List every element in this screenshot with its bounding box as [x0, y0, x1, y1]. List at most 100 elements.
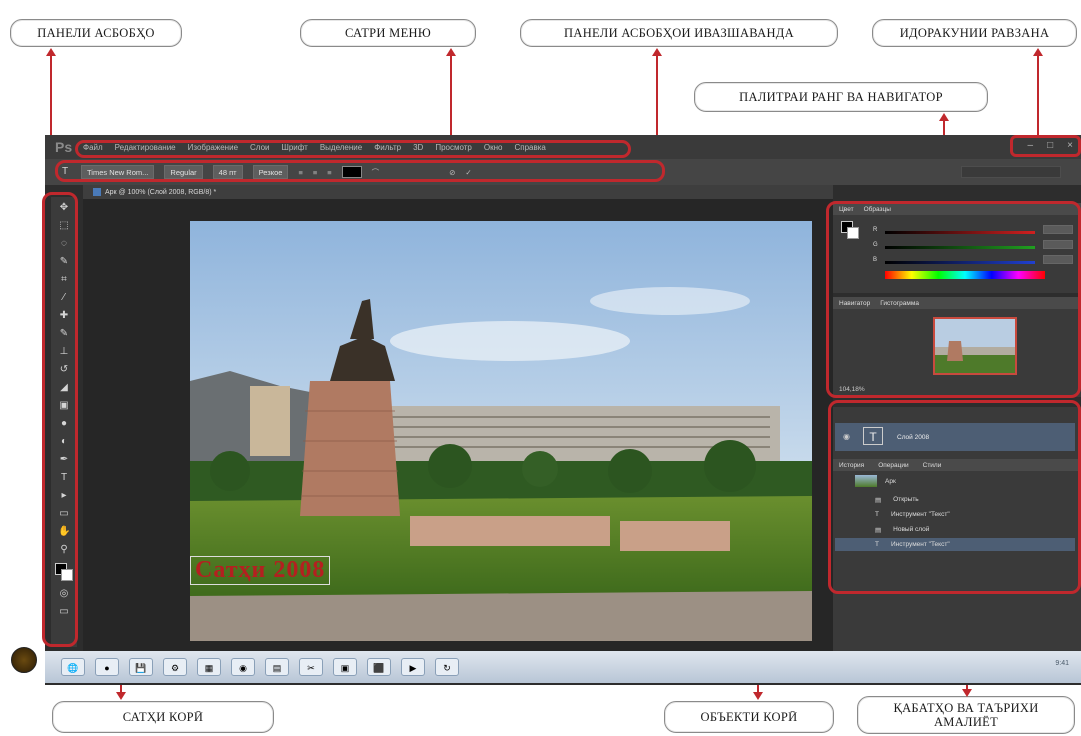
screenshot-stage: ПАНЕЛИ АСБОБҲО САТРИ МЕНЮ ПАНЕЛИ АСБОБҲО…	[0, 0, 1081, 736]
quick-mask-icon[interactable]: ◎	[58, 589, 70, 599]
path-select-icon[interactable]: ▸	[58, 491, 70, 501]
taskbar-app[interactable]: ▶	[401, 658, 425, 676]
align-left-icon[interactable]: ≡	[298, 168, 302, 177]
tab-styles[interactable]: Стили	[923, 462, 942, 469]
image-caption-text[interactable]: Сатҳи 2008	[190, 556, 331, 585]
color-spectrum[interactable]	[885, 271, 1045, 279]
screen-mode-icon[interactable]: ▭	[58, 607, 70, 617]
visibility-icon[interactable]: ◉	[843, 432, 850, 441]
eyedropper-icon[interactable]: ⁄	[58, 293, 70, 303]
type-tool-panel-icon[interactable]: T	[58, 473, 70, 483]
tab-actions[interactable]: Операции	[878, 462, 908, 469]
taskbar-app[interactable]: ⚙	[163, 658, 187, 676]
tab-navigator[interactable]: Навигатор	[839, 300, 870, 307]
menu-view[interactable]: Просмотр	[435, 143, 472, 152]
menu-select[interactable]: Выделение	[320, 143, 362, 152]
zoom-tool-icon[interactable]: ⚲	[58, 545, 70, 555]
history-item-selected[interactable]: T Инструмент "Текст"	[835, 538, 1075, 551]
channel-g-value[interactable]	[1043, 240, 1073, 249]
channel-b-value[interactable]	[1043, 255, 1073, 264]
text-color-swatch[interactable]	[341, 166, 362, 178]
photoshop-window: Ps Файл Редактирование Изображение Слои …	[45, 135, 1081, 685]
menu-type[interactable]: Шрифт	[281, 143, 307, 152]
panel-background[interactable]	[847, 227, 859, 239]
gradient-tool-icon[interactable]: ▣	[58, 401, 70, 411]
taskbar-app[interactable]: ◉	[231, 658, 255, 676]
history-item[interactable]: T Инструмент "Текст"	[835, 508, 1075, 521]
foreground-background-swatch[interactable]	[55, 563, 73, 581]
tab-swatches[interactable]: Образцы	[864, 206, 891, 213]
tab-history[interactable]: История	[839, 462, 864, 469]
warp-text-icon[interactable]: ⌒	[372, 167, 380, 178]
history-item[interactable]: ▤ Открыть	[835, 493, 1075, 506]
blur-tool-icon[interactable]: ●	[58, 419, 70, 429]
panel-fg-bg-swatch[interactable]	[841, 221, 859, 239]
history-item-label: Инструмент "Текст"	[890, 541, 950, 548]
menu-layers[interactable]: Слои	[250, 143, 269, 152]
clock[interactable]: 9:41	[1055, 660, 1069, 667]
menu-edit[interactable]: Редактирование	[115, 143, 176, 152]
type-tool-icon[interactable]: T	[59, 167, 71, 177]
layer-row[interactable]: ◉ T Слой 2008	[835, 423, 1075, 451]
workspace-switcher[interactable]	[961, 166, 1061, 178]
lasso-tool-icon[interactable]: ◌	[58, 239, 70, 249]
channel-r-value[interactable]	[1043, 225, 1073, 234]
layers-history-panel: ◉ T Слой 2008 История Операции Стили Арк…	[833, 407, 1081, 651]
taskbar-app[interactable]: ⬛	[367, 658, 391, 676]
cancel-icon[interactable]: ⊘	[449, 168, 455, 177]
menu-help[interactable]: Справка	[514, 143, 545, 152]
marquee-tool-icon[interactable]: ⬚	[58, 221, 70, 231]
close-button[interactable]: ×	[1067, 140, 1073, 151]
taskbar-app[interactable]: ▦	[197, 658, 221, 676]
menu-3d[interactable]: 3D	[413, 143, 423, 152]
taskbar-app[interactable]: 🌐	[61, 658, 85, 676]
hand-tool-icon[interactable]: ✋	[58, 527, 70, 537]
brush-tool-icon[interactable]: ✎	[58, 329, 70, 339]
move-tool-icon[interactable]: ✥	[58, 203, 70, 213]
healing-brush-icon[interactable]: ✚	[58, 311, 70, 321]
eraser-tool-icon[interactable]: ◢	[58, 383, 70, 393]
font-style-select[interactable]: Regular	[164, 165, 203, 179]
menu-window[interactable]: Окно	[484, 143, 503, 152]
stamp-tool-icon[interactable]: ⊥	[58, 347, 70, 357]
quick-select-icon[interactable]: ✎	[58, 257, 70, 267]
history-snapshot[interactable]: Арк	[835, 473, 1075, 489]
layer-name[interactable]: Слой 2008	[897, 434, 929, 441]
pen-tool-icon[interactable]: ✒	[58, 455, 70, 465]
crop-tool-icon[interactable]: ⌗	[58, 275, 70, 285]
align-right-icon[interactable]: ≡	[327, 168, 331, 177]
shape-tool-icon[interactable]: ▭	[58, 509, 70, 519]
callout-work-object: ОБЪЕКТИ КОРӢ	[664, 701, 834, 733]
work-image[interactable]: Сатҳи 2008	[190, 221, 812, 641]
maximize-button[interactable]: □	[1047, 140, 1053, 151]
tab-histogram[interactable]: Гистограмма	[880, 300, 919, 307]
taskbar-app[interactable]: ▣	[333, 658, 357, 676]
align-center-icon[interactable]: ≡	[313, 168, 317, 177]
background-color[interactable]	[61, 569, 73, 581]
taskbar-app[interactable]: ●	[95, 658, 119, 676]
minimize-button[interactable]: –	[1028, 140, 1034, 151]
document-tab[interactable]: Арк @ 100% (Слой 2008, RGB/8) *	[83, 185, 833, 199]
font-size-select[interactable]: 48 пт	[212, 165, 243, 179]
channel-r-slider[interactable]	[885, 231, 1035, 234]
zoom-level[interactable]: 104,18%	[839, 386, 865, 393]
taskbar-app[interactable]: 💾	[129, 658, 153, 676]
menu-image[interactable]: Изображение	[188, 143, 238, 152]
channel-b-slider[interactable]	[885, 261, 1035, 264]
start-button[interactable]	[11, 647, 37, 673]
menu-file[interactable]: Файл	[83, 143, 103, 152]
taskbar-app[interactable]: ✂	[299, 658, 323, 676]
antialias-select[interactable]: Резкое	[252, 165, 289, 179]
history-item[interactable]: ▤ Новый слой	[835, 523, 1075, 536]
tab-color[interactable]: Цвет	[839, 206, 854, 213]
channel-g-slider[interactable]	[885, 246, 1035, 249]
dodge-tool-icon[interactable]: ◐	[58, 437, 70, 447]
commit-icon[interactable]: ✓	[465, 168, 471, 177]
navigator-thumbnail[interactable]	[933, 317, 1017, 375]
history-brush-icon[interactable]: ↺	[58, 365, 70, 375]
document-icon	[93, 188, 101, 196]
taskbar-app[interactable]: ↻	[435, 658, 459, 676]
menu-filter[interactable]: Фильтр	[374, 143, 401, 152]
taskbar-app[interactable]: ▤	[265, 658, 289, 676]
font-family-select[interactable]: Times New Rom...	[81, 165, 155, 179]
